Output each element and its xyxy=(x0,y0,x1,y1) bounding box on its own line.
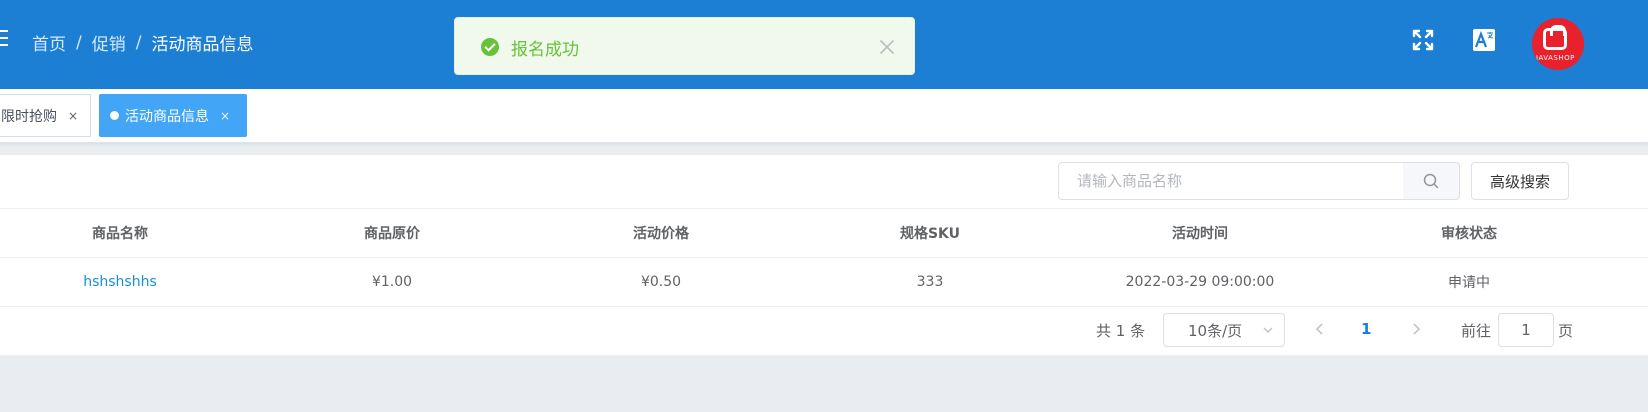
pagination: 共 1 条 10条/页 1 前往 页 xyxy=(0,305,1648,355)
goto-label: 前往 xyxy=(1461,322,1492,340)
goto-page-input[interactable] xyxy=(1498,313,1554,347)
table-row: hshshshhs ¥1.00 ¥0.50 333 2022-03-29 09:… xyxy=(0,257,1648,307)
breadcrumb-separator: / xyxy=(135,32,142,53)
page-number-current[interactable]: 1 xyxy=(1361,320,1371,338)
success-check-icon xyxy=(481,38,499,56)
tab-close-icon[interactable]: × xyxy=(68,109,78,123)
original-price: ¥1.00 xyxy=(371,274,413,290)
activity-time: 2022-03-29 09:00:00 xyxy=(1125,274,1275,290)
active-dot-icon xyxy=(110,111,119,120)
chevron-down-icon xyxy=(1263,327,1273,333)
tab-close-icon[interactable]: × xyxy=(220,109,230,123)
total-count: 共 1 条 xyxy=(1096,322,1146,340)
column-header: 审核状态 xyxy=(1441,226,1497,242)
content-panel: 高级搜索 商品名称 商品原价 活动价格 规格SKU 活动时间 审核状态 hshs… xyxy=(0,155,1648,355)
column-header: 商品名称 xyxy=(92,226,148,242)
tab-activity-goods[interactable]: 活动商品信息 × xyxy=(99,94,247,137)
page-size-select[interactable]: 10条/页 xyxy=(1163,313,1285,347)
breadcrumb-parent[interactable]: 促销 xyxy=(92,30,126,55)
breadcrumb: 首页 / 促销 / 活动商品信息 xyxy=(32,30,254,56)
success-toast: 报名成功 xyxy=(454,17,915,75)
column-header: 活动价格 xyxy=(633,226,689,242)
goto-suffix: 页 xyxy=(1558,322,1574,340)
toast-message: 报名成功 xyxy=(511,40,579,60)
breadcrumb-current: 活动商品信息 xyxy=(151,35,254,55)
fullscreen-icon[interactable] xyxy=(1411,28,1435,52)
column-header: 活动时间 xyxy=(1172,226,1228,242)
column-header: 商品原价 xyxy=(364,226,420,242)
search-button[interactable] xyxy=(1403,162,1460,200)
page-size-value: 10条/页 xyxy=(1188,321,1243,340)
tabs-bar: 限时抢购 × 活动商品信息 × xyxy=(0,89,1648,143)
activity-price: ¥0.50 xyxy=(640,274,682,290)
breadcrumb-separator: / xyxy=(76,32,82,53)
column-header: 规格SKU xyxy=(899,226,961,242)
prev-page-icon[interactable] xyxy=(1312,321,1328,337)
table-header-row: 商品名称 商品原价 活动价格 规格SKU 活动时间 审核状态 xyxy=(0,208,1648,257)
menu-toggle-icon[interactable] xyxy=(0,30,8,48)
goods-table: 商品名称 商品原价 活动价格 规格SKU 活动时间 审核状态 hshshshhs… xyxy=(0,208,1648,307)
sku: 333 xyxy=(916,274,944,290)
tab-flash-sale[interactable]: 限时抢购 × xyxy=(0,94,91,137)
goods-name-link[interactable]: hshshshhs xyxy=(20,258,220,306)
review-status: 申请中 xyxy=(1448,275,1490,291)
avatar-logo-text: JAVASHOP xyxy=(1536,54,1575,62)
shopping-bag-icon xyxy=(1543,25,1567,50)
toast-close-icon[interactable] xyxy=(876,36,898,58)
translate-icon[interactable] xyxy=(1472,28,1496,52)
breadcrumb-home[interactable]: 首页 xyxy=(32,30,66,55)
advanced-search-button[interactable]: 高级搜索 xyxy=(1471,162,1569,200)
search-icon xyxy=(1423,173,1439,189)
next-page-icon[interactable] xyxy=(1408,321,1424,337)
avatar[interactable]: JAVASHOP xyxy=(1532,18,1584,70)
search-input[interactable] xyxy=(1058,162,1404,200)
tab-label: 限时抢购 xyxy=(1,108,57,125)
tab-label: 活动商品信息 xyxy=(125,108,209,125)
